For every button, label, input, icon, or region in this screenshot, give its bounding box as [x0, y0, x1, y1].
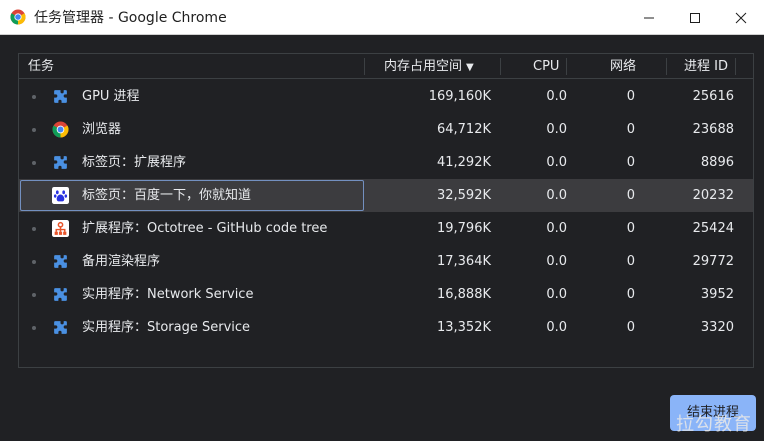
cpu-value: 0.0: [546, 221, 567, 236]
task-name: 标签页：扩展程序: [82, 155, 187, 170]
octotree-icon: [52, 220, 69, 237]
minimize-icon: [644, 17, 654, 18]
row-bullet: [32, 293, 36, 297]
extension-puzzle-icon: [54, 321, 67, 334]
row-bullet: [32, 260, 36, 264]
row-bullet: [32, 227, 36, 231]
table-row[interactable]: 标签页：扩展程序 41,292K 0.0 0 8896: [19, 146, 753, 179]
extension-puzzle-icon: [54, 288, 67, 301]
network-value: 0: [626, 254, 635, 269]
cpu-value: 0.0: [546, 89, 567, 104]
row-bullet: [32, 128, 36, 132]
minimize-button[interactable]: [626, 0, 672, 35]
column-header-pid[interactable]: 进程 ID: [684, 54, 728, 79]
memory-value: 13,352K: [436, 320, 491, 335]
task-name: 备用渲染程序: [82, 254, 161, 269]
column-divider: [364, 58, 365, 75]
close-button[interactable]: [718, 0, 764, 35]
pid-value: 29772: [692, 254, 734, 269]
row-bullet: [32, 161, 36, 165]
table-row[interactable]: 实用程序：Network Service 16,888K 0.0 0 3952: [19, 278, 753, 311]
memory-value: 64,712K: [436, 122, 491, 137]
cpu-value: 0.0: [546, 287, 567, 302]
column-divider: [666, 58, 667, 75]
network-value: 0: [626, 188, 635, 203]
cpu-value: 0.0: [546, 320, 567, 335]
network-value: 0: [626, 122, 635, 137]
cpu-value: 0.0: [546, 122, 567, 137]
cpu-value: 0.0: [546, 188, 567, 203]
cpu-value: 0.0: [546, 254, 567, 269]
pid-value: 3320: [700, 320, 734, 335]
column-header-network[interactable]: 网络: [610, 54, 636, 79]
table-row[interactable]: 实用程序：Storage Service 13,352K 0.0 0 3320: [19, 311, 753, 344]
table-row[interactable]: GPU 进程 169,160K 0.0 0 25616: [19, 80, 753, 113]
pid-value: 23688: [692, 122, 734, 137]
close-icon: [735, 12, 747, 23]
column-divider: [566, 58, 567, 75]
network-value: 0: [626, 287, 635, 302]
cpu-value: 0.0: [546, 155, 567, 170]
task-name: 浏览器: [82, 122, 122, 137]
column-header-memory[interactable]: 内存占用空间 ▼: [384, 54, 474, 79]
column-header-cpu[interactable]: CPU: [533, 54, 559, 79]
network-value: 0: [626, 221, 635, 236]
window-controls: [626, 0, 764, 35]
memory-value: 32,592K: [436, 188, 491, 203]
network-value: 0: [626, 155, 635, 170]
row-bullet: [32, 326, 36, 330]
pid-value: 25616: [692, 89, 734, 104]
table-row-selected[interactable]: 标签页：百度一下，你就知道 32,592K 0.0 0 20232: [19, 179, 753, 212]
memory-value: 19,796K: [436, 221, 491, 236]
task-name: 扩展程序：Octotree - GitHub code tree: [82, 221, 328, 236]
task-list: GPU 进程 169,160K 0.0 0 25616 浏览器 64,712K …: [19, 80, 753, 344]
table-row[interactable]: 浏览器 64,712K 0.0 0 23688: [19, 113, 753, 146]
column-divider: [500, 58, 501, 75]
column-header-memory-label: 内存占用空间: [384, 59, 463, 74]
column-divider: [735, 58, 736, 75]
network-value: 0: [626, 320, 635, 335]
pid-value: 8896: [700, 155, 734, 170]
baidu-paw-icon: [52, 187, 69, 204]
task-name: 实用程序：Storage Service: [82, 320, 251, 335]
memory-value: 41,292K: [436, 155, 491, 170]
maximize-icon: [690, 12, 700, 23]
chrome-icon: [10, 9, 26, 25]
pid-value: 3952: [700, 287, 734, 302]
table-row[interactable]: 扩展程序：Octotree - GitHub code tree 19,796K…: [19, 212, 753, 245]
task-name: GPU 进程: [82, 89, 140, 104]
pid-value: 20232: [692, 188, 734, 203]
row-bullet: [32, 95, 36, 99]
sort-descending-icon: ▼: [466, 62, 474, 73]
memory-value: 169,160K: [428, 89, 491, 104]
memory-value: 17,364K: [436, 254, 491, 269]
column-header-task[interactable]: 任务: [28, 54, 54, 79]
extension-puzzle-icon: [54, 255, 67, 268]
maximize-button[interactable]: [672, 0, 718, 35]
extension-puzzle-icon: [54, 90, 67, 103]
task-table: 任务 内存占用空间 ▼ CPU 网络 进程 ID GPU 进程 169,160K …: [18, 53, 754, 368]
task-name: 标签页：百度一下，你就知道: [82, 188, 252, 203]
table-row[interactable]: 备用渲染程序 17,364K 0.0 0 29772: [19, 245, 753, 278]
title-bar: 任务管理器 - Google Chrome: [0, 0, 764, 35]
network-value: 0: [626, 89, 635, 104]
table-header: 任务 内存占用空间 ▼ CPU 网络 进程 ID: [19, 54, 753, 79]
end-process-button[interactable]: 结束进程: [670, 395, 756, 431]
task-name: 实用程序：Network Service: [82, 287, 254, 302]
extension-puzzle-icon: [54, 156, 67, 169]
chrome-icon: [52, 121, 69, 138]
pid-value: 25424: [692, 221, 734, 236]
window-title: 任务管理器 - Google Chrome: [34, 10, 227, 26]
memory-value: 16,888K: [436, 287, 491, 302]
